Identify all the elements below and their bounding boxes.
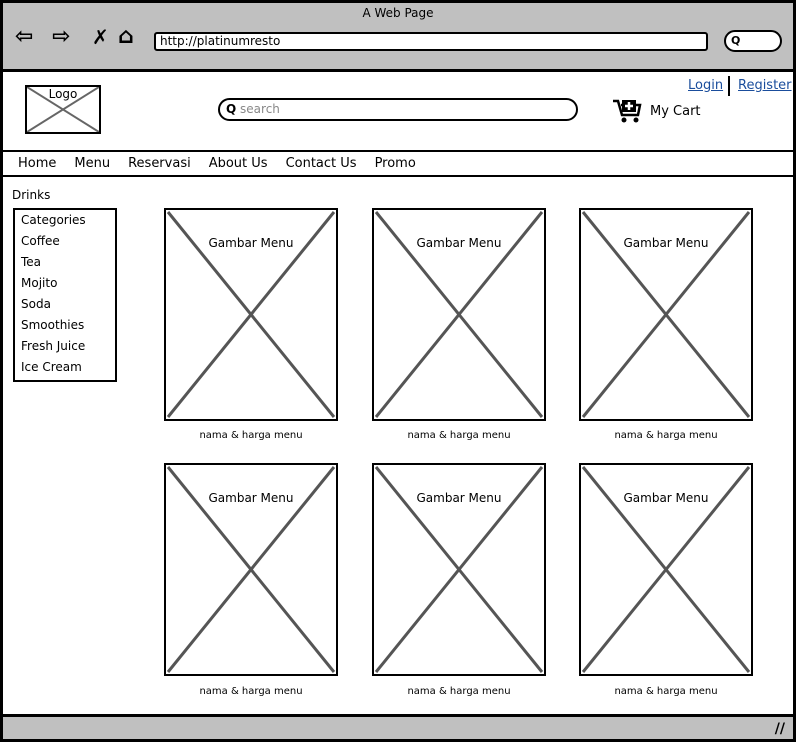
nav-home[interactable]: Home (18, 156, 56, 171)
nav-about-us[interactable]: About Us (209, 156, 268, 171)
product-caption[interactable]: nama & harga menu (164, 430, 338, 441)
nav-promo[interactable]: Promo (375, 156, 416, 171)
sidebar-title: Drinks (12, 188, 51, 202)
login-link[interactable]: Login (688, 78, 723, 93)
cart-icon (613, 99, 642, 123)
product-image[interactable]: Gambar Menu (579, 208, 753, 421)
product-image[interactable]: Gambar Menu (372, 463, 546, 676)
cart-button[interactable]: My Cart (612, 98, 701, 124)
image-label: Gambar Menu (416, 236, 502, 250)
register-link[interactable]: Register (738, 78, 792, 93)
close-icon[interactable]: ✗ (92, 25, 109, 49)
back-arrow-icon[interactable]: ⇦ (15, 24, 33, 49)
category-item[interactable]: Ice Cream (21, 359, 115, 380)
resize-grip-icon[interactable]: // (775, 721, 785, 737)
image-label: Gambar Menu (208, 491, 294, 505)
forward-arrow-icon[interactable]: ⇨ (52, 24, 70, 49)
category-item[interactable]: Categories (21, 212, 115, 233)
product-caption[interactable]: nama & harga menu (579, 686, 753, 697)
nav-reservasi[interactable]: Reservasi (128, 156, 191, 171)
product-image[interactable]: Gambar Menu (579, 463, 753, 676)
status-bar: // (0, 714, 796, 742)
category-item[interactable]: Mojito (21, 275, 115, 296)
search-input[interactable]: Q search (218, 98, 578, 121)
image-label: Gambar Menu (208, 236, 294, 250)
product-caption[interactable]: nama & harga menu (372, 430, 546, 441)
image-label: Gambar Menu (623, 236, 709, 250)
search-icon: Q (226, 102, 237, 116)
home-icon[interactable]: ⌂ (118, 24, 134, 49)
nav-menu[interactable]: Menu (74, 156, 110, 171)
address-bar[interactable]: http://platinumresto (154, 32, 708, 51)
main-nav: Home Menu Reservasi About Us Contact Us … (0, 150, 796, 177)
image-label: Gambar Menu (416, 491, 502, 505)
search-icon: Q (731, 34, 741, 47)
nav-contact-us[interactable]: Contact Us (286, 156, 357, 171)
browser-search-button[interactable]: Q (724, 30, 782, 52)
category-item[interactable]: Coffee (21, 233, 115, 254)
logo[interactable]: Logo (25, 85, 101, 134)
category-item[interactable]: Smoothies (21, 317, 115, 338)
window-title: A Web Page (362, 6, 434, 20)
category-item[interactable]: Fresh Juice (21, 338, 115, 359)
product-caption[interactable]: nama & harga menu (164, 686, 338, 697)
image-label: Gambar Menu (623, 491, 709, 505)
category-list: Categories Coffee Tea Mojito Soda Smooth… (13, 208, 117, 382)
category-item[interactable]: Tea (21, 254, 115, 275)
divider (728, 76, 730, 96)
product-caption[interactable]: nama & harga menu (372, 686, 546, 697)
product-image[interactable]: Gambar Menu (164, 208, 338, 421)
product-image[interactable]: Gambar Menu (372, 208, 546, 421)
product-caption[interactable]: nama & harga menu (579, 430, 753, 441)
category-item[interactable]: Soda (21, 296, 115, 317)
product-image[interactable]: Gambar Menu (164, 463, 338, 676)
